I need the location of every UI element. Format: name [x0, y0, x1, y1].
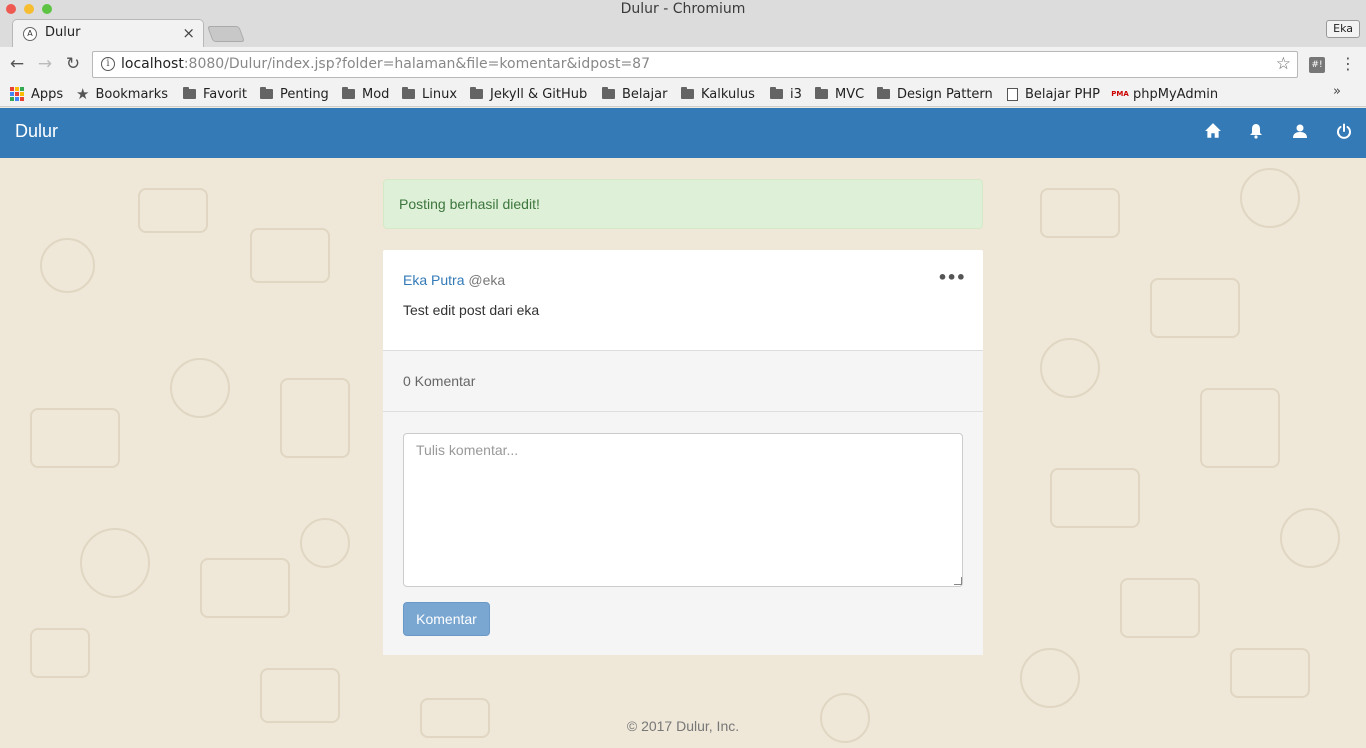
bell-icon[interactable]: [1246, 122, 1266, 144]
close-window-button[interactable]: [6, 4, 16, 14]
brand-logo[interactable]: Dulur: [15, 121, 58, 142]
folder-icon: [602, 87, 615, 99]
reload-icon[interactable]: ↻: [62, 53, 84, 75]
bookmark-star-icon[interactable]: ☆: [1276, 54, 1291, 74]
bookmark-bookmarks[interactable]: ★ Bookmarks: [76, 84, 168, 104]
folder-icon: [681, 87, 694, 99]
bookmark-label: Belajar: [622, 86, 668, 102]
more-options-icon[interactable]: •••: [937, 268, 966, 287]
power-icon[interactable]: [1334, 122, 1354, 144]
bookmark-folder-linux[interactable]: Linux: [402, 84, 457, 104]
page-icon: [1007, 87, 1018, 101]
tab-title: Dulur: [45, 25, 81, 40]
bookmark-label: Penting: [280, 86, 329, 102]
bookmark-phpmyadmin[interactable]: PMA phpMyAdmin: [1111, 84, 1218, 104]
forward-arrow-icon[interactable]: →: [34, 53, 56, 75]
bookmark-label: MVC: [835, 86, 865, 102]
phpmyadmin-icon: PMA: [1111, 90, 1129, 98]
folder-icon: [402, 87, 415, 99]
bookmark-folder-favorit[interactable]: Favorit: [183, 84, 247, 104]
address-bar[interactable]: i localhost:8080/Dulur/index.jsp?folder=…: [92, 51, 1298, 78]
maximize-window-button[interactable]: [42, 4, 52, 14]
bookmark-folder-design-pattern[interactable]: Design Pattern: [877, 84, 993, 104]
star-icon: ★: [76, 85, 90, 103]
bookmark-folder-mvc[interactable]: MVC: [815, 84, 864, 104]
page-footer: © 2017 Dulur, Inc.: [626, 718, 740, 734]
browser-menu-icon[interactable]: ⋮: [1340, 54, 1356, 73]
post-content: Test edit post dari eka: [403, 302, 540, 318]
bookmarks-bar: Apps ★ Bookmarks Favorit Penting Mod Lin…: [0, 83, 1366, 107]
comment-textarea[interactable]: [403, 433, 963, 587]
apps-grid-icon: [10, 87, 24, 101]
post-header: Eka Putra @eka: [403, 272, 505, 288]
bookmark-label: Apps: [31, 86, 64, 102]
tab-close-icon[interactable]: ×: [182, 24, 195, 42]
comments-divider: [383, 411, 983, 412]
bookmark-folder-jekyll[interactable]: Jekyll & GitHub: [470, 84, 587, 104]
bookmark-label: Bookmarks: [95, 86, 169, 102]
folder-icon: [342, 87, 355, 99]
info-icon[interactable]: i: [101, 57, 115, 71]
folder-icon: [260, 87, 273, 99]
bookmark-folder-penting[interactable]: Penting: [260, 84, 329, 104]
comment-count: 0 Komentar: [403, 373, 476, 389]
bookmark-folder-mod[interactable]: Mod: [342, 84, 389, 104]
submit-comment-button[interactable]: Komentar: [403, 602, 490, 636]
browser-toolbar: ← → ↻ i localhost:8080/Dulur/index.jsp?f…: [0, 47, 1366, 83]
bookmark-label: Design Pattern: [897, 86, 993, 102]
bookmark-label: Mod: [362, 86, 390, 102]
minimize-window-button[interactable]: [24, 4, 34, 14]
page-viewport: Dulur Posting berhasil diedit! Eka Putra…: [0, 108, 1366, 748]
bookmark-label: Favorit: [203, 86, 247, 102]
folder-icon: [770, 87, 783, 99]
folder-icon: [470, 87, 483, 99]
profile-button[interactable]: Eka: [1326, 20, 1360, 38]
bookmarks-overflow-button[interactable]: »: [1333, 84, 1341, 99]
home-icon[interactable]: [1203, 122, 1223, 144]
bookmark-folder-kalkulus[interactable]: Kalkulus: [681, 84, 755, 104]
comments-section: 0 Komentar Komentar: [383, 350, 983, 655]
bookmark-label: phpMyAdmin: [1133, 86, 1219, 102]
folder-icon: [183, 87, 196, 99]
bookmark-label: Belajar PHP: [1025, 86, 1101, 102]
tab-favicon-icon: A: [23, 27, 37, 41]
bookmark-label: Kalkulus: [701, 86, 755, 102]
post-author-link[interactable]: Eka Putra: [403, 272, 464, 288]
folder-icon: [815, 87, 828, 99]
folder-icon: [877, 87, 890, 99]
window-title: Dulur - Chromium: [620, 1, 746, 17]
url-text[interactable]: localhost:8080/Dulur/index.jsp?folder=ha…: [121, 56, 650, 72]
extension-icon[interactable]: #!: [1309, 57, 1325, 73]
user-icon[interactable]: [1290, 122, 1310, 144]
browser-titlebar: Dulur - Chromium A Dulur × Eka: [0, 0, 1366, 47]
post-panel: Eka Putra @eka ••• Test edit post dari e…: [383, 250, 983, 655]
browser-tab[interactable]: A Dulur ×: [12, 19, 204, 47]
app-navbar: Dulur: [0, 108, 1366, 158]
url-path: :8080/Dulur/index.jsp?folder=halaman&fil…: [183, 56, 650, 72]
bookmark-folder-i3[interactable]: i3: [770, 84, 802, 104]
bookmark-label: i3: [790, 86, 802, 102]
post-author-handle: @eka: [468, 272, 506, 288]
bookmark-apps[interactable]: Apps: [10, 84, 63, 104]
url-host: localhost: [121, 56, 184, 72]
bookmark-label: Linux: [422, 86, 458, 102]
new-tab-button[interactable]: [207, 26, 245, 42]
bookmark-label: Jekyll & GitHub: [490, 86, 588, 102]
bookmark-folder-belajar[interactable]: Belajar: [602, 84, 667, 104]
textarea-resize-handle[interactable]: [954, 577, 962, 585]
back-arrow-icon[interactable]: ←: [6, 53, 28, 75]
success-alert: Posting berhasil diedit!: [383, 179, 983, 229]
bookmark-belajar-php[interactable]: Belajar PHP: [1007, 84, 1100, 104]
